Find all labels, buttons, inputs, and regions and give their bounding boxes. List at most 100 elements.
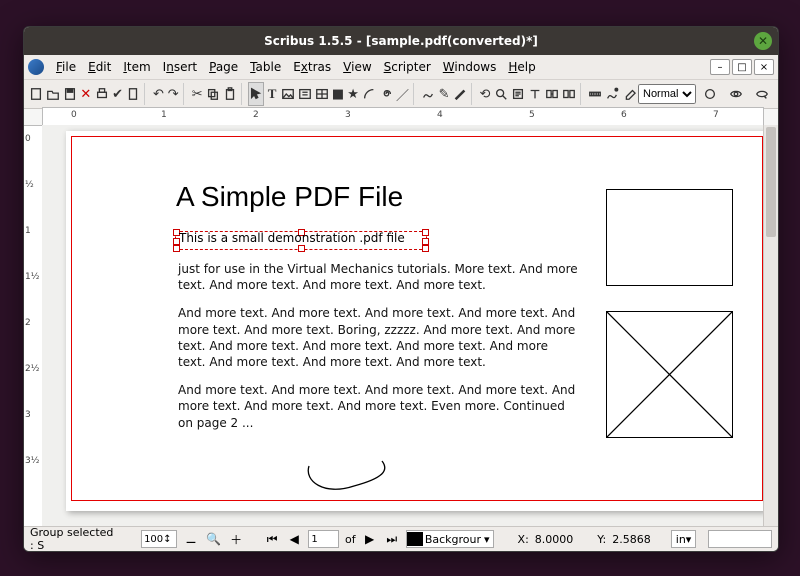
polygon-tool-icon[interactable]: ★: [346, 82, 360, 106]
link-frames-icon[interactable]: [544, 82, 560, 106]
ruler-h-tick: 7: [713, 110, 719, 120]
bezier-tool-icon[interactable]: [420, 82, 436, 106]
zoom-out-icon[interactable]: ⚊: [183, 530, 199, 548]
x-label: X:: [518, 533, 529, 546]
zoom-in-icon[interactable]: ＋: [228, 530, 244, 548]
ruler-v-tick: 3½: [25, 456, 39, 466]
freehand-tool-icon[interactable]: ✎: [437, 82, 451, 106]
x-value: 8.0000: [535, 533, 574, 546]
y-value: 2.5868: [612, 533, 651, 546]
ruler-h-tick: 6: [621, 110, 627, 120]
text-frame-icon[interactable]: T: [265, 82, 279, 106]
rectangle-shape[interactable]: [606, 189, 733, 286]
edit-in-preview-icon[interactable]: [750, 82, 774, 106]
export-pdf-icon[interactable]: [125, 82, 141, 106]
toolbar: ✕ ✔ ↶ ↷ ✂ T ■ ★ ／ ✎ ⟲: [24, 80, 778, 109]
save-icon[interactable]: [62, 82, 78, 106]
spiral-tool-icon[interactable]: [378, 82, 394, 106]
eyedropper-icon[interactable]: [621, 82, 637, 106]
rotate-tool-icon[interactable]: ⟲: [478, 82, 492, 106]
titlebar[interactable]: Scribus 1.5.5 - [sample.pdf(converted)*]…: [24, 27, 778, 55]
scrollbar-vertical[interactable]: [763, 125, 778, 527]
ruler-h-tick: 1: [161, 110, 167, 120]
status-input[interactable]: [708, 530, 772, 548]
mdi-minimize-icon[interactable]: –: [710, 59, 730, 75]
menu-windows[interactable]: Windows: [437, 58, 503, 76]
menu-file-label: ile: [62, 60, 76, 74]
menu-item[interactable]: Item: [117, 58, 156, 76]
ruler-v-tick: 2½: [25, 364, 39, 374]
y-label: Y:: [597, 533, 606, 546]
ruler-horizontal[interactable]: 0 1 2 3 4 5 6 7: [42, 107, 764, 127]
ruler-vertical[interactable]: 0 ½ 1 1½ 2 2½ 3 3½: [24, 125, 43, 527]
page[interactable]: A Simple PDF File This is a small demons…: [66, 131, 764, 511]
close-icon[interactable]: ✕: [754, 32, 772, 50]
menu-edit[interactable]: Edit: [82, 58, 117, 76]
ruler-v-tick: ½: [25, 180, 34, 190]
close-file-icon[interactable]: ✕: [79, 82, 93, 106]
zoom-spin[interactable]: 100↕: [141, 530, 177, 548]
redo-icon[interactable]: ↷: [166, 82, 180, 106]
undo-icon[interactable]: ↶: [152, 82, 166, 106]
canvas[interactable]: A Simple PDF File This is a small demons…: [42, 125, 764, 527]
zoom-reset-icon[interactable]: 🔍: [205, 530, 222, 548]
doc-title-frame[interactable]: A Simple PDF File: [176, 181, 403, 213]
freehand-annotation[interactable]: [304, 456, 394, 494]
scrollbar-thumb[interactable]: [766, 127, 776, 237]
shape-tool-icon[interactable]: ■: [331, 82, 345, 106]
arc-tool-icon[interactable]: [361, 82, 377, 106]
render-frame-icon[interactable]: [297, 82, 313, 106]
ruler-v-tick: 3: [25, 410, 31, 420]
preview-icon[interactable]: [724, 82, 748, 106]
new-icon[interactable]: [28, 82, 44, 106]
first-page-icon[interactable]: ⏮: [264, 530, 280, 548]
print-icon[interactable]: [94, 82, 110, 106]
edit-text-icon[interactable]: [527, 82, 543, 106]
cut-icon[interactable]: ✂: [190, 82, 204, 106]
app-logo-icon: [28, 59, 44, 75]
last-page-icon[interactable]: ⏭: [384, 530, 400, 548]
ruler-h-tick: 5: [529, 110, 535, 120]
line-tool-icon[interactable]: ／: [395, 82, 410, 106]
mdi-close-icon[interactable]: ×: [754, 59, 774, 75]
next-page-icon[interactable]: ▶: [362, 530, 378, 548]
preview-mode-select[interactable]: Normal: [638, 84, 696, 104]
copy-icon[interactable]: [205, 82, 221, 106]
unit-select[interactable]: in ▾: [671, 530, 697, 548]
measure-tool-icon[interactable]: [587, 82, 603, 106]
mdi-restore-icon[interactable]: □: [732, 59, 752, 75]
image-frame-empty[interactable]: [606, 311, 733, 438]
menu-file[interactable]: File: [50, 58, 82, 76]
ruler-v-tick: 1: [25, 226, 31, 236]
ruler-h-tick: 0: [71, 110, 77, 120]
zoom-tool-icon[interactable]: [493, 82, 509, 106]
doc-body[interactable]: just for use in the Virtual Mechanics tu…: [178, 261, 578, 443]
doc-para-1: just for use in the Virtual Mechanics tu…: [178, 261, 578, 293]
copy-properties-icon[interactable]: [604, 82, 620, 106]
menu-scripter[interactable]: Scripter: [378, 58, 437, 76]
image-frame-icon[interactable]: [280, 82, 296, 106]
menu-view[interactable]: View: [337, 58, 377, 76]
table-tool-icon[interactable]: [314, 82, 330, 106]
toggle-cms-icon[interactable]: [698, 82, 722, 106]
preflight-icon[interactable]: ✔: [111, 82, 125, 106]
menu-page[interactable]: Page: [203, 58, 244, 76]
layer-select[interactable]: Backgrour▾: [406, 530, 494, 548]
ruler-v-tick: 1½: [25, 272, 39, 282]
page-spin[interactable]: 1: [308, 530, 339, 548]
open-icon[interactable]: [45, 82, 61, 106]
unlink-frames-icon[interactable]: [561, 82, 577, 106]
edit-content-icon[interactable]: [510, 82, 526, 106]
menu-extras[interactable]: Extras: [287, 58, 337, 76]
paste-icon[interactable]: [222, 82, 238, 106]
calligraphy-tool-icon[interactable]: [452, 82, 468, 106]
prev-page-icon[interactable]: ◀: [286, 530, 302, 548]
menu-help[interactable]: Help: [502, 58, 541, 76]
ruler-h-tick: 4: [437, 110, 443, 120]
select-tool-icon[interactable]: [248, 82, 264, 106]
page-of-label: of: [345, 533, 356, 546]
menu-table[interactable]: Table: [244, 58, 287, 76]
ruler-v-tick: 2: [25, 318, 31, 328]
menu-insert[interactable]: Insert: [157, 58, 203, 76]
statusbar: Group selected : S 100↕ ⚊ 🔍 ＋ ⏮ ◀ 1 of ▶…: [24, 526, 778, 551]
